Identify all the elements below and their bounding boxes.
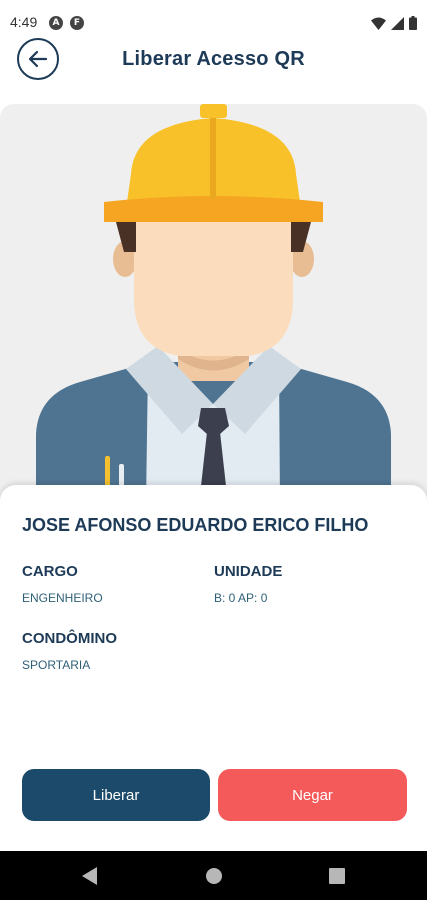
system-navigation-bar [0,851,427,900]
nav-recents-icon[interactable] [329,868,345,884]
status-bar: 4:49 A F [0,0,427,38]
negar-button[interactable]: Negar [218,769,407,821]
person-name: JOSE AFONSO EDUARDO ERICO FILHO [22,515,369,535]
visitor-info-card: JOSE AFONSO EDUARDO ERICO FILHO CARGO EN… [0,485,427,851]
app-header: Liberar Acesso QR [0,38,427,102]
nav-back-icon[interactable] [82,867,98,885]
condominio-label: CONDÔMINO [22,630,117,647]
app-notification-icon: F [70,16,84,30]
page-title: Liberar Acesso QR [122,48,305,70]
unidade-value: B: 0 AP: 0 [214,591,268,605]
status-icons [371,15,417,31]
wifi-icon [371,17,386,30]
unidade-label: UNIDADE [214,563,283,580]
liberar-button[interactable]: Liberar [22,769,210,821]
person-photo [0,104,427,504]
battery-icon [409,16,417,30]
app-notification-icon: A [49,16,63,30]
cargo-label: CARGO [22,563,78,580]
cargo-value: ENGENHEIRO [22,591,103,605]
signal-icon [391,16,404,30]
nav-home-icon[interactable] [205,867,223,885]
worker-avatar-illustration [36,104,391,504]
status-time: 4:49 [10,14,38,30]
condominio-value: SPORTARIA [22,658,91,672]
